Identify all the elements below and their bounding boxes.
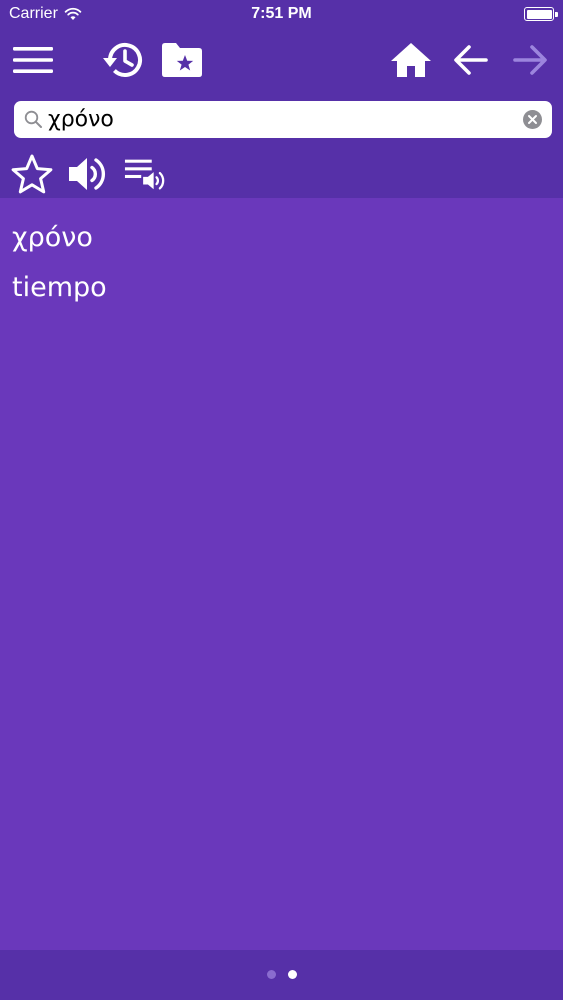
back-arrow-icon: [454, 45, 488, 75]
search-bar: [14, 101, 552, 138]
favorites-folder-icon: [162, 43, 202, 77]
entry-translation: tiempo: [12, 272, 107, 303]
home-button[interactable]: [389, 38, 433, 82]
clear-icon[interactable]: [523, 110, 542, 129]
history-icon: [103, 43, 142, 77]
menu-button[interactable]: [11, 38, 55, 82]
playlist-audio-button[interactable]: [124, 152, 168, 196]
page-indicator[interactable]: [0, 970, 563, 979]
search-icon: [24, 110, 42, 128]
menu-icon: [13, 47, 53, 73]
battery-level: [526, 9, 552, 19]
toolbar: [0, 34, 563, 86]
search-input[interactable]: [48, 101, 518, 138]
history-button[interactable]: [100, 38, 144, 82]
header-area: Carrier 7:51 PM: [0, 0, 563, 198]
status-bar: Carrier 7:51 PM: [0, 0, 563, 30]
page-dot[interactable]: [266, 970, 276, 979]
home-icon: [391, 43, 431, 77]
page-dot[interactable]: [287, 970, 297, 979]
favorite-button[interactable]: [10, 152, 54, 196]
speaker-icon: [69, 158, 106, 190]
favorites-button[interactable]: [160, 38, 204, 82]
bottom-bar: [0, 950, 563, 1000]
status-time: 7:51 PM: [251, 5, 312, 22]
battery-icon: [524, 7, 558, 21]
forward-button[interactable]: [508, 38, 552, 82]
speak-button[interactable]: [66, 152, 110, 196]
star-icon: [11, 154, 53, 194]
entry-word: χρόνο: [12, 222, 93, 253]
back-button[interactable]: [449, 38, 493, 82]
playlist-audio-icon: [124, 159, 165, 190]
action-bar: [0, 150, 563, 198]
result-content: χρόνο tiempo: [0, 198, 563, 950]
forward-arrow-icon: [513, 45, 547, 75]
